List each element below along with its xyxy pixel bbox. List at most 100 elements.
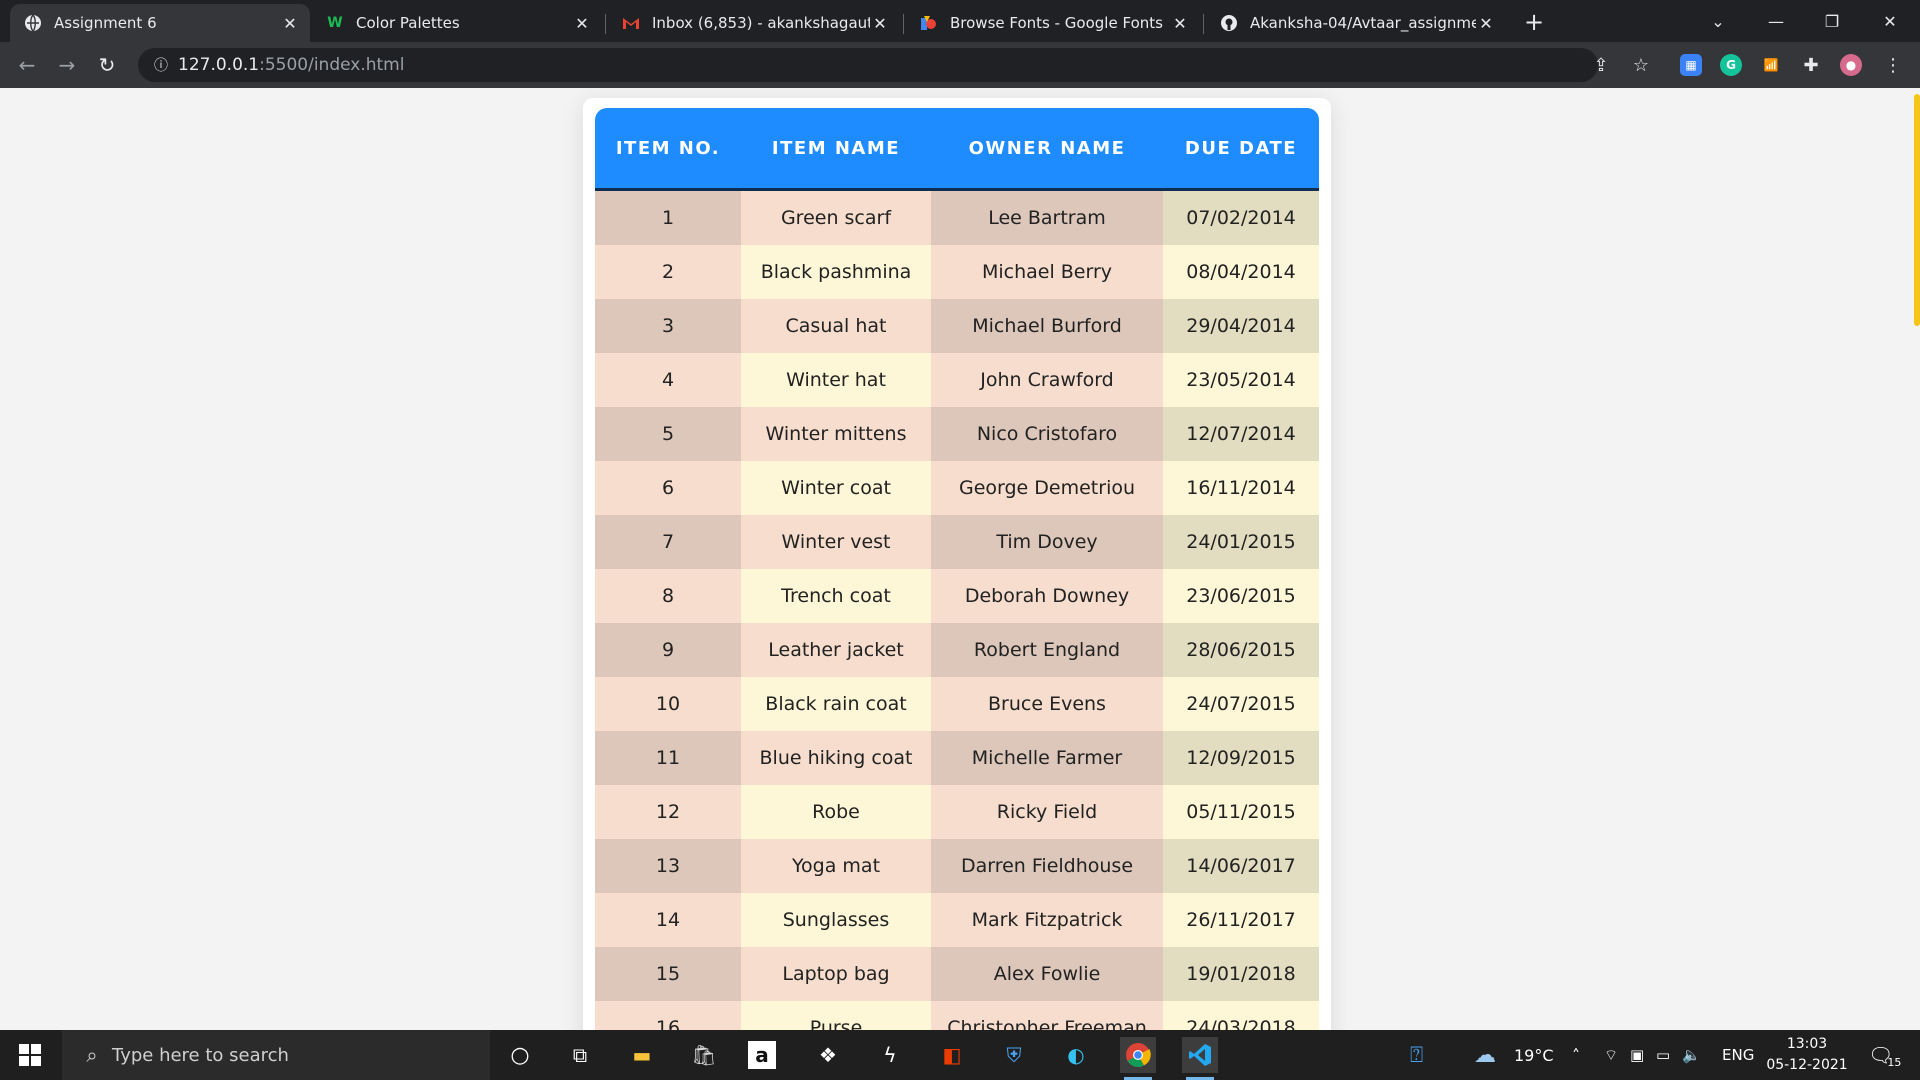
- page-scrollbar[interactable]: [1914, 88, 1920, 1030]
- table-header-row: ITEM NO. ITEM NAME OWNER NAME DUE DATE: [595, 108, 1319, 191]
- browser-tab-strip: Assignment 6 ✕ W Color Palettes ✕ Inbox …: [0, 0, 1920, 42]
- forward-arrow-icon[interactable]: →: [52, 50, 82, 80]
- extensions-puzzle-icon[interactable]: ✚: [1800, 54, 1822, 76]
- cell-owner-name: Tim Dovey: [931, 515, 1163, 569]
- share-icon[interactable]: ⇪: [1584, 48, 1618, 82]
- grammarly-icon[interactable]: G: [1720, 54, 1742, 76]
- chrome-browser-icon[interactable]: [1120, 1037, 1156, 1080]
- analytics-extension-icon[interactable]: 📶: [1760, 54, 1782, 76]
- tab-gmail-inbox[interactable]: Inbox (6,853) - akankshagautam4 ✕: [608, 4, 900, 42]
- security-app-icon[interactable]: ⛨: [996, 1037, 1032, 1073]
- file-explorer-icon[interactable]: ▬: [624, 1037, 660, 1073]
- gmail-icon: [622, 14, 640, 32]
- cell-due-date: 26/11/2017: [1163, 893, 1319, 947]
- close-tab-icon[interactable]: ✕: [870, 14, 890, 33]
- cell-owner-name: Robert England: [931, 623, 1163, 677]
- table-row: 6 Winter coat George Demetriou 16/11/2014: [595, 461, 1319, 515]
- new-tab-button[interactable]: +: [1520, 8, 1548, 36]
- lightning-app-icon[interactable]: ϟ: [872, 1037, 908, 1073]
- bookmark-star-icon[interactable]: ☆: [1624, 48, 1658, 82]
- windows-logo-icon: [19, 1044, 41, 1066]
- cell-owner-name: Lee Bartram: [931, 189, 1163, 245]
- cell-item-no: 6: [595, 461, 741, 515]
- table-row: 3 Casual hat Michael Burford 29/04/2014: [595, 299, 1319, 353]
- cell-owner-name: Ricky Field: [931, 785, 1163, 839]
- site-info-icon[interactable]: ⓘ: [144, 55, 178, 75]
- cell-item-no: 8: [595, 569, 741, 623]
- cell-item-no: 3: [595, 299, 741, 353]
- table-card: ITEM NO. ITEM NAME OWNER NAME DUE DATE 1…: [583, 98, 1331, 1030]
- tab-title: Assignment 6: [54, 14, 157, 32]
- scrollbar-thumb[interactable]: [1914, 94, 1920, 326]
- windows-taskbar: ⌕ Type here to search ○ ⧉ ▬ 🛍 a ❖ ϟ ◧ ⛨ …: [0, 1030, 1920, 1080]
- wifi-icon[interactable]: ⌔: [1604, 1030, 1618, 1080]
- amazon-icon[interactable]: a: [748, 1041, 776, 1069]
- chrome-menu-icon[interactable]: ⋮: [1876, 48, 1910, 82]
- cell-due-date: 05/11/2015: [1163, 785, 1319, 839]
- tab-search-chevron-icon[interactable]: ⌄: [1690, 0, 1746, 42]
- search-icon: ⌕: [86, 1043, 98, 1067]
- color-extension-icon[interactable]: ▦: [1680, 54, 1702, 76]
- close-tab-icon[interactable]: ✕: [572, 14, 592, 33]
- vscode-icon[interactable]: [1182, 1037, 1218, 1080]
- language-indicator[interactable]: ENG: [1722, 1030, 1754, 1080]
- task-view-icon[interactable]: ⧉: [562, 1037, 598, 1073]
- microsoft-store-icon[interactable]: 🛍: [686, 1037, 722, 1073]
- help-icon[interactable]: ⍰: [1410, 1030, 1423, 1080]
- tab-color-palettes[interactable]: W Color Palettes ✕: [312, 4, 602, 42]
- close-tab-icon[interactable]: ✕: [1170, 14, 1190, 33]
- page-viewport: ITEM NO. ITEM NAME OWNER NAME DUE DATE 1…: [0, 88, 1920, 1030]
- table-row: 10 Black rain coat Bruce Evens 24/07/2015: [595, 677, 1319, 731]
- weather-cloud-icon[interactable]: ☁: [1474, 1030, 1496, 1080]
- profile-avatar[interactable]: ●: [1840, 54, 1862, 76]
- cell-item-name: Purse: [741, 1001, 931, 1030]
- tab-google-fonts[interactable]: Browse Fonts - Google Fonts ✕: [906, 4, 1200, 42]
- cell-due-date: 07/02/2014: [1163, 189, 1319, 245]
- cell-owner-name: Christopher Freeman: [931, 1001, 1163, 1030]
- cell-owner-name: Mark Fitzpatrick: [931, 893, 1163, 947]
- notifications-icon[interactable]: 🗨 15: [1868, 1030, 1901, 1080]
- cell-owner-name: Michael Berry: [931, 245, 1163, 299]
- dropbox-icon[interactable]: ❖: [810, 1037, 846, 1073]
- office-icon[interactable]: ◧: [934, 1037, 970, 1073]
- cell-item-no: 1: [595, 189, 741, 245]
- taskbar-search-box[interactable]: ⌕ Type here to search: [62, 1030, 490, 1080]
- cell-item-name: Winter coat: [741, 461, 931, 515]
- restore-button[interactable]: ❐: [1804, 0, 1860, 42]
- temperature-text[interactable]: 19°C: [1514, 1030, 1554, 1080]
- close-tab-icon[interactable]: ✕: [280, 14, 300, 33]
- table-row: 15 Laptop bag Alex Fowlie 19/01/2018: [595, 947, 1319, 1001]
- tab-github[interactable]: Akanksha-04/Avtaar_assignment ✕: [1206, 4, 1506, 42]
- cell-due-date: 28/06/2015: [1163, 623, 1319, 677]
- minimize-button[interactable]: —: [1748, 0, 1804, 42]
- display-icon[interactable]: ▣: [1630, 1030, 1644, 1080]
- cortana-circle-icon[interactable]: ○: [502, 1037, 538, 1073]
- edge-browser-icon[interactable]: ◐: [1058, 1037, 1094, 1073]
- close-tab-icon[interactable]: ✕: [1476, 14, 1496, 33]
- tab-title: Browse Fonts - Google Fonts: [950, 14, 1163, 32]
- reload-icon[interactable]: ↻: [92, 50, 122, 80]
- show-hidden-icons-chevron-icon[interactable]: ˄: [1572, 1030, 1580, 1080]
- clock-time: 13:03: [1786, 1036, 1828, 1052]
- address-bar[interactable]: ⓘ 127.0.0.1:5500/index.html: [138, 48, 1598, 82]
- cell-item-no: 15: [595, 947, 741, 1001]
- table-body: 1 Green scarf Lee Bartram 07/02/2014 2 Black …: [595, 189, 1319, 1030]
- table-row: 11 Blue hiking coat Michelle Farmer 12/09/2…: [595, 731, 1319, 785]
- cell-owner-name: Deborah Downey: [931, 569, 1163, 623]
- volume-icon[interactable]: 🔈: [1682, 1030, 1701, 1080]
- system-clock[interactable]: 13:03 05-12-2021: [1752, 1034, 1862, 1076]
- cell-owner-name: Michael Burford: [931, 299, 1163, 353]
- cell-item-name: Yoga mat: [741, 839, 931, 893]
- url-text: 127.0.0.1:5500/index.html: [178, 55, 405, 75]
- tab-assignment-6[interactable]: Assignment 6 ✕: [10, 4, 310, 42]
- cell-item-name: Robe: [741, 785, 931, 839]
- tab-divider: [903, 14, 904, 34]
- close-window-button[interactable]: ✕: [1862, 0, 1918, 42]
- globe-icon: [24, 14, 42, 32]
- windows-start-button[interactable]: [0, 1030, 60, 1080]
- cell-due-date: 23/06/2015: [1163, 569, 1319, 623]
- battery-icon[interactable]: ▭: [1656, 1030, 1670, 1080]
- tab-divider: [1203, 14, 1204, 34]
- back-arrow-icon[interactable]: ←: [12, 50, 42, 80]
- tab-title: Color Palettes: [356, 14, 460, 32]
